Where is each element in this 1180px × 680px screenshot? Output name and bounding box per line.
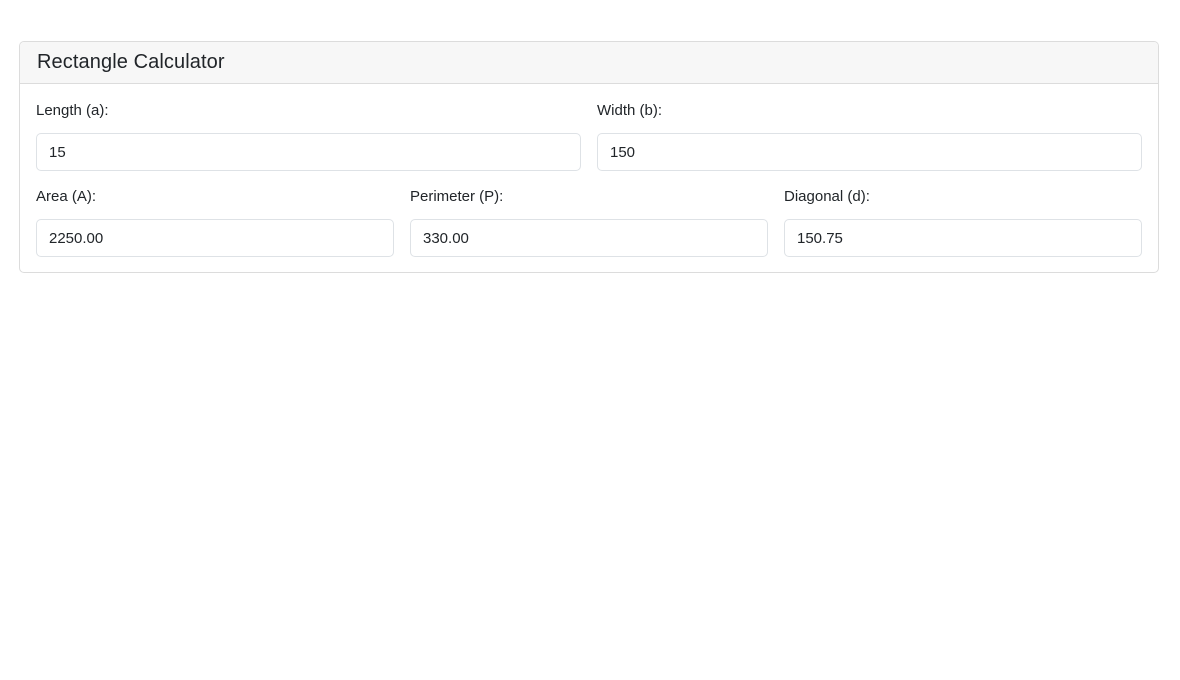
- width-field-group: Width (b):: [597, 102, 1142, 171]
- area-output[interactable]: [36, 219, 394, 257]
- perimeter-label: Perimeter (P):: [410, 188, 504, 205]
- diagonal-field-group: Diagonal (d):: [784, 188, 1142, 257]
- input-row: Length (a): Width (b):: [36, 102, 1142, 171]
- length-field-group: Length (a):: [36, 102, 581, 171]
- results-row: Area (A): Perimeter (P): Diagonal (d):: [36, 188, 1142, 257]
- card-body: Length (a): Width (b): Area (A): Perimet…: [20, 102, 1158, 257]
- diagonal-output[interactable]: [784, 219, 1142, 257]
- card-header: Rectangle Calculator: [20, 42, 1158, 84]
- length-input[interactable]: [36, 133, 581, 171]
- rectangle-calculator-card: Rectangle Calculator Length (a): Width (…: [19, 41, 1159, 273]
- width-input[interactable]: [597, 133, 1142, 171]
- diagonal-label: Diagonal (d):: [784, 188, 870, 205]
- area-label: Area (A):: [36, 188, 97, 205]
- perimeter-field-group: Perimeter (P):: [410, 188, 768, 257]
- length-label: Length (a):: [36, 102, 109, 119]
- width-label: Width (b):: [597, 102, 663, 119]
- perimeter-output[interactable]: [410, 219, 768, 257]
- area-field-group: Area (A):: [36, 188, 394, 257]
- calculator-title: Rectangle Calculator: [37, 51, 225, 73]
